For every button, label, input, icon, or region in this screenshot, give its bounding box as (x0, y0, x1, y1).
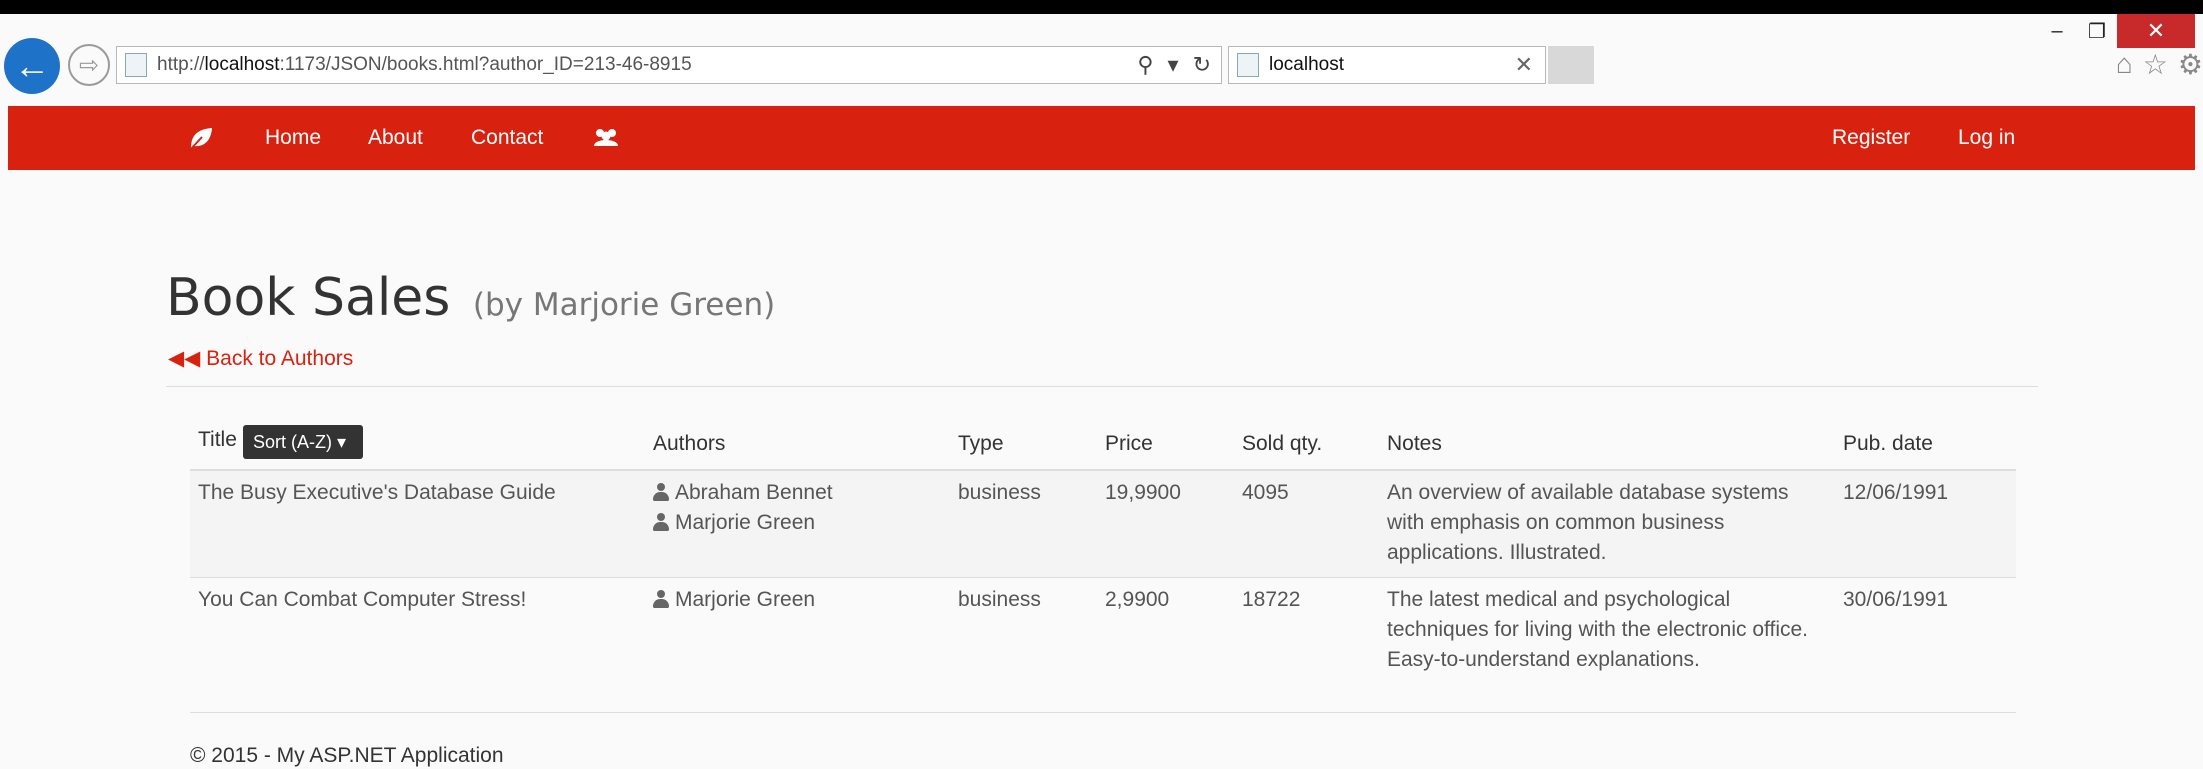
cell-type: business (958, 588, 1041, 611)
forward-button[interactable]: ⇨ (68, 44, 110, 86)
nav-login[interactable]: Log in (1958, 106, 2015, 170)
user-icon (653, 513, 669, 531)
back-to-authors-link[interactable]: ◀◀ Back to Authors (168, 346, 353, 371)
footer-text: © 2015 - My ASP.NET Application (190, 744, 504, 767)
page-icon (125, 53, 147, 77)
author-item[interactable]: Marjorie Green (653, 585, 815, 615)
close-button[interactable]: ✕ (2117, 14, 2195, 48)
minimize-button[interactable]: – (2037, 14, 2077, 48)
address-bar[interactable]: http://localhost:1173/JSON/books.html?au… (116, 46, 1222, 84)
favorites-star-icon[interactable]: ☆ (2143, 48, 2168, 81)
author-item[interactable]: Abraham Bennet (653, 478, 833, 508)
browser-tab[interactable]: localhost ✕ (1228, 46, 1546, 84)
backward-icon: ◀◀ (168, 347, 201, 370)
author-item[interactable]: Marjorie Green (653, 508, 833, 538)
header-authors: Authors (653, 432, 726, 455)
divider (166, 386, 2038, 387)
caret-down-icon: ▾ (337, 432, 347, 452)
page-subtitle: (by Marjorie Green) (472, 287, 776, 323)
window-controls: – ❐ ✕ (2037, 14, 2195, 48)
page-title: Book Sales (by Marjorie Green) (166, 268, 776, 328)
arrow-left-icon: ← (14, 45, 50, 86)
tab-title: localhost (1269, 54, 1344, 75)
back-button[interactable]: ← (4, 38, 60, 94)
address-tools: ⚲ ▾ ↻ (1137, 52, 1211, 78)
restore-button[interactable]: ❐ (2077, 14, 2117, 48)
cell-sold-qty: 18722 (1242, 588, 1301, 611)
header-sold-qty: Sold qty. (1242, 432, 1323, 455)
search-icon[interactable]: ⚲ (1137, 52, 1153, 78)
header-notes: Notes (1387, 432, 1442, 455)
user-icon (653, 483, 669, 501)
sort-dropdown-button[interactable]: Sort (A-Z) ▾ (243, 425, 363, 459)
new-tab-button[interactable] (1548, 46, 1594, 84)
nav-home[interactable]: Home (265, 106, 321, 170)
tab-page-icon (1237, 53, 1259, 77)
nav-register[interactable]: Register (1832, 106, 1910, 170)
cell-title: You Can Combat Computer Stress! (198, 588, 527, 611)
browser-tools: ⌂ ☆ ⚙ (2116, 48, 2203, 81)
cell-authors: Marjorie Green (653, 585, 815, 615)
footer-divider (190, 712, 2016, 713)
arrow-right-icon: ⇨ (78, 51, 100, 79)
cell-title: The Busy Executive's Database Guide (198, 481, 556, 504)
settings-gear-icon[interactable]: ⚙ (2178, 48, 2203, 81)
cell-price: 19,9900 (1105, 481, 1181, 504)
cell-notes: An overview of available database system… (1387, 481, 1789, 564)
chevron-down-icon[interactable]: ▾ (1168, 52, 1179, 78)
cell-pub-date: 12/06/1991 (1843, 481, 1949, 504)
cell-authors: Abraham Bennet Marjorie Green (653, 478, 833, 538)
users-icon[interactable] (592, 106, 620, 170)
refresh-icon[interactable]: ↻ (1193, 52, 1211, 78)
cell-price: 2,9900 (1105, 588, 1170, 611)
header-type: Type (958, 432, 1004, 455)
window-top-border (0, 0, 2203, 14)
cell-notes: The latest medical and psychological tec… (1387, 588, 1809, 671)
nav-about[interactable]: About (368, 106, 423, 170)
leaf-icon[interactable] (188, 106, 214, 170)
tab-close-icon[interactable]: ✕ (1515, 52, 1533, 78)
header-pub-date: Pub. date (1843, 432, 1933, 455)
cell-sold-qty: 4095 (1242, 481, 1289, 504)
cell-type: business (958, 481, 1041, 504)
navbar: Home About Contact Register Log in (8, 106, 2195, 170)
url-text: http://localhost:1173/JSON/books.html?au… (157, 54, 692, 75)
row-divider (190, 577, 2016, 578)
header-title: Title (198, 428, 237, 451)
home-icon[interactable]: ⌂ (2116, 48, 2133, 81)
cell-pub-date: 30/06/1991 (1843, 588, 1949, 611)
header-price: Price (1105, 432, 1153, 455)
user-icon (653, 590, 669, 608)
nav-contact[interactable]: Contact (471, 106, 543, 170)
